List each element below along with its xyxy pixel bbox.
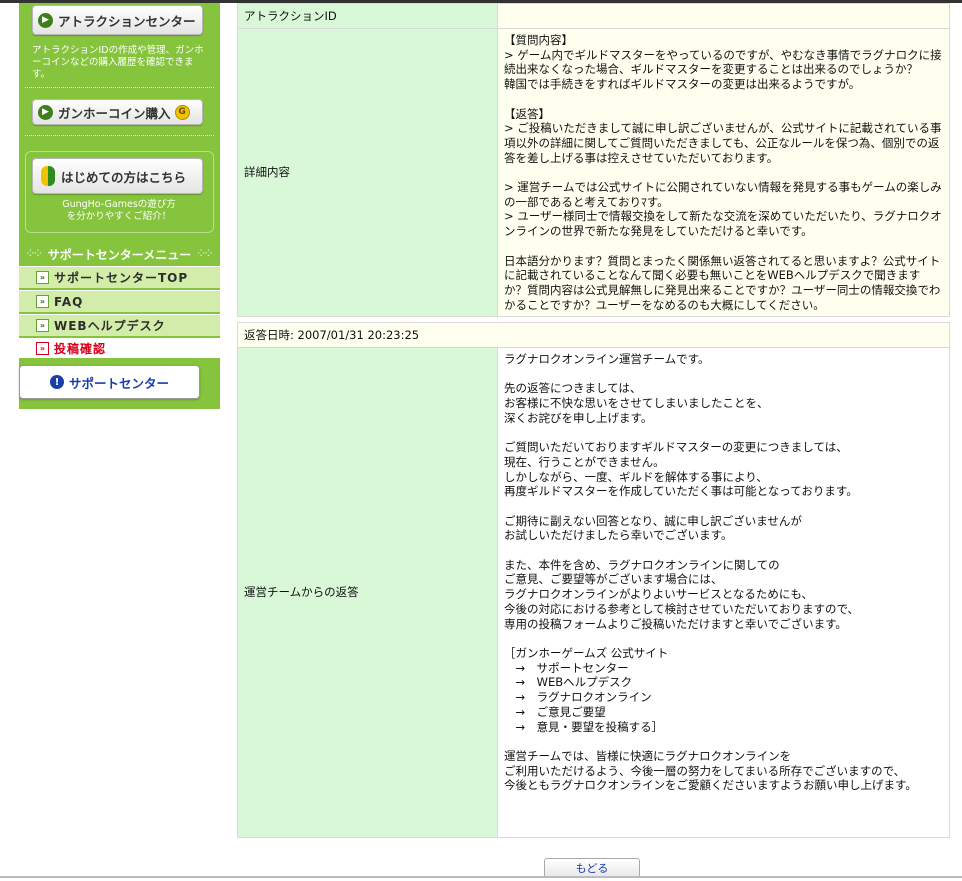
detail-answer-2: > 運営チームでは公式サイトに公開されていない情報を発見する事もゲームの楽しみの… <box>504 180 942 239</box>
arrow-circle-icon: ▶ <box>38 12 53 28</box>
menu-item-label: サポートセンターTOP <box>54 271 189 285</box>
coin-icon: G <box>174 104 190 120</box>
attraction-id-value <box>497 3 950 29</box>
back-button[interactable]: もどる <box>544 858 640 878</box>
bottom-rule <box>0 876 962 878</box>
table-row: アトラクションID <box>237 3 950 29</box>
attraction-id-label: アトラクションID <box>237 3 498 29</box>
reply-paragraph: ご質問いただいておりますギルドマスターの変更につきましては、 現在、行うことがで… <box>504 440 858 499</box>
reply-paragraph: また、本件を含め、ラグナロクオンラインに関しての ご意見、ご要望等がございます場… <box>504 557 860 631</box>
support-center-label: サポートセンター <box>68 375 169 391</box>
detail-question: 【質問内容】 > ゲーム内でギルドマスターをやっているのですが、やむなき事情でラ… <box>504 33 942 92</box>
reply-paragraph: 先の返答につきましては、 お客様に不快な思いをさせてしまいましたことを、 深くお… <box>504 381 769 425</box>
arrow-box-icon: » <box>36 295 49 308</box>
reply-label: 運営チームからの返答 <box>237 347 498 838</box>
reply-paragraph: 運営チームでは、皆様に快適にラグナロクオンラインを ご利用いただけるよう、今後一… <box>504 748 917 793</box>
arrow-box-icon: » <box>36 319 49 332</box>
reply-paragraph: ご期待に副えない回答となり、誠に申し訳ございませんが お試しいただけましたら幸い… <box>504 513 802 543</box>
attraction-center-button[interactable]: ▶ アトラクションセンター <box>32 5 203 35</box>
sidebar: ▶ アトラクションセンター アトラクションIDの作成や管理、ガンホーコインなどの… <box>19 3 220 409</box>
menu-item-post-confirm[interactable]: » 投稿確認 <box>19 338 220 358</box>
menu-item-label: 投稿確認 <box>54 342 107 356</box>
menu-item-web-helpdesk[interactable]: » WEBヘルプデスク <box>19 314 220 336</box>
gungho-coin-button[interactable]: ▶ ガンホーコイン購入 G <box>32 99 203 125</box>
gungho-coin-label: ガンホーコイン購入 <box>58 105 171 121</box>
beginner-description: GungHo-Gamesの遊び方を分かりやすくご紹介！ <box>62 199 176 222</box>
reply-content: ラグナロクオンライン運営チームです。 先の返答につきましては、 お客様に不快な思… <box>497 347 950 838</box>
exclamation-icon: ! <box>49 375 64 389</box>
support-menu-heading: ⁘⁘ サポートセンターメニュー ⁘⁘ <box>19 243 220 265</box>
detail-content: 【質問内容】 > ゲーム内でギルドマスターをやっているのですが、やむなき事情でラ… <box>497 27 950 318</box>
menu-item-label: WEBヘルプデスク <box>54 319 166 333</box>
support-menu-heading-label: サポートセンターメニュー <box>47 247 192 262</box>
attraction-center-description: アトラクションIDの作成や管理、ガンホーコインなどの購入履歴を確認できます。 <box>32 45 204 80</box>
reply-table: 返答日時: 2007/01/31 20:23:25 運営チームからの返答 ラグナ… <box>237 322 950 838</box>
table-row: 返答日時: 2007/01/31 20:23:25 <box>237 322 950 348</box>
divider <box>25 87 214 88</box>
menu-item-faq[interactable]: » FAQ <box>19 290 220 312</box>
detail-label: 詳細内容 <box>237 27 498 318</box>
table-row: 詳細内容 【質問内容】 > ゲーム内でギルドマスターをやっているのですが、やむな… <box>237 27 950 318</box>
attraction-center-label: アトラクションセンター <box>58 13 196 29</box>
arrow-circle-icon: ▶ <box>38 104 53 120</box>
beginner-guide-label: はじめての方はこちら <box>61 169 187 185</box>
beginner-guide-button[interactable]: はじめての方はこちら <box>32 158 203 194</box>
support-center-button[interactable]: ! サポートセンター <box>19 365 200 399</box>
dots-icon: ⁘⁘ <box>26 249 42 259</box>
reply-datetime: 返答日時: 2007/01/31 20:23:25 <box>237 322 950 348</box>
arrow-box-icon: » <box>36 342 49 355</box>
dots-icon: ⁘⁘ <box>197 249 213 259</box>
inquiry-table: アトラクションID 詳細内容 【質問内容】 > ゲーム内でギルドマスターをやって… <box>237 3 950 318</box>
menu-item-label: FAQ <box>54 294 84 309</box>
arrow-box-icon: » <box>36 271 49 284</box>
divider <box>25 135 214 136</box>
reply-paragraph: ラグナロクオンライン運営チームです。 <box>504 352 710 366</box>
detail-followup: 日本語分かります？質問とまったく関係無い返答されてると思いますよ？公式サイトに記… <box>504 253 941 312</box>
beginner-leaf-icon <box>41 166 55 186</box>
table-row: 運営チームからの返答 ラグナロクオンライン運営チームです。 先の返答につきまして… <box>237 347 950 838</box>
reply-paragraph: ［ガンホーゲームズ 公式サイト → サポートセンター → WEBヘルプデスク →… <box>504 645 669 734</box>
menu-item-support-top[interactable]: » サポートセンターTOP <box>19 266 220 288</box>
detail-answer: 【返答】 > ご投稿いただきまして誠に申し訳ございませんが、公式サイトに記載され… <box>504 106 942 165</box>
